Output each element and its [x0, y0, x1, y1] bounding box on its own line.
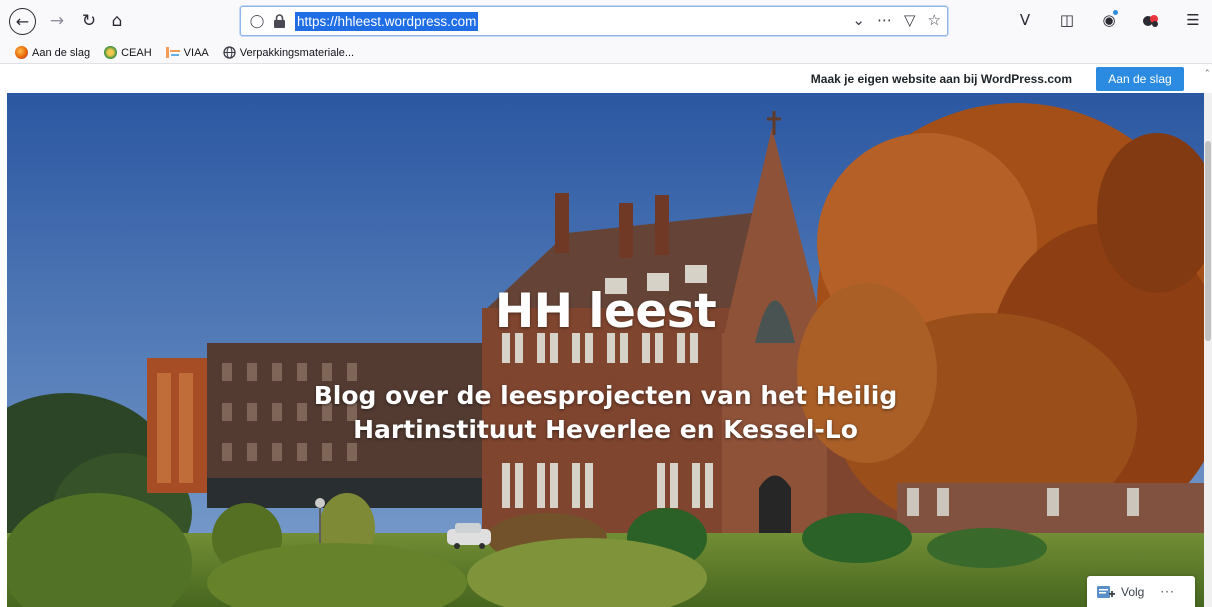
library-icon[interactable]: Ⅴ	[1014, 9, 1036, 31]
site-title[interactable]: HH leest	[7, 284, 1204, 339]
scroll-up-arrow-icon[interactable]: ˆ	[1205, 68, 1211, 81]
back-arrow-icon[interactable]: ←	[9, 8, 36, 35]
bookmark-item[interactable]: CEAH	[104, 46, 152, 59]
wordpress-promo-bar: Maak je eigen website aan bij WordPress.…	[0, 64, 1212, 93]
lock-icon[interactable]	[273, 14, 286, 29]
bookmarks-toolbar: Aan de slag CEAH VIAA Verpakkingsmateria…	[0, 42, 1212, 64]
forward-arrow-icon[interactable]: →	[44, 8, 70, 34]
sidebar-icon[interactable]: ◫	[1056, 9, 1078, 31]
bookmark-item[interactable]: Verpakkingsmateriale...	[223, 46, 354, 59]
bookmark-star-icon[interactable]: ☆	[928, 11, 941, 29]
follow-reader-icon	[1097, 585, 1115, 598]
tagline-line-1: Blog over de leesprojecten van het Heili…	[313, 381, 898, 410]
more-options-icon[interactable]: ···	[1160, 585, 1174, 599]
menu-icon[interactable]: ☰	[1182, 9, 1204, 31]
chevron-down-icon[interactable]: ⌄	[852, 11, 865, 29]
site-tagline: Blog over de leesprojecten van het Heili…	[7, 379, 1204, 447]
promo-text: Maak je eigen website aan bij WordPress.…	[810, 72, 1072, 86]
firefox-icon	[15, 46, 28, 59]
browser-toolbar: ← → ↻ ⌂ ◯ https://hhleest.wordpress.com …	[0, 0, 1212, 42]
get-started-button[interactable]: Aan de slag	[1096, 67, 1184, 91]
bookmark-item[interactable]: Aan de slag	[15, 46, 90, 59]
tracking-shield-icon[interactable]: ◯	[249, 13, 265, 30]
pocket-icon[interactable]: ▽	[904, 11, 916, 29]
extension-paw-icon[interactable]	[1140, 9, 1162, 31]
viaa-logo-icon	[165, 47, 180, 58]
follow-label: Volg	[1121, 584, 1145, 599]
follow-button[interactable]: Volg ···	[1087, 576, 1195, 607]
home-icon[interactable]: ⌂	[104, 8, 130, 34]
globe-leaf-icon	[104, 46, 118, 59]
reload-icon[interactable]: ↻	[76, 8, 102, 34]
page-scrollbar[interactable]	[1204, 93, 1212, 607]
header-image: HH leest Blog over de leesprojecten van …	[7, 93, 1204, 607]
extension-icon[interactable]: ◉	[1098, 9, 1120, 31]
globe-icon	[223, 46, 236, 59]
more-actions-icon[interactable]: ⋯	[877, 11, 892, 29]
scrollbar-thumb[interactable]	[1205, 141, 1211, 341]
address-bar[interactable]: ◯ https://hhleest.wordpress.com ⌄ ⋯ ▽ ☆	[240, 6, 948, 36]
tagline-line-2: Hartinstituut Heverlee en Kessel-Lo	[353, 415, 858, 444]
bookmark-item[interactable]: VIAA	[165, 46, 209, 59]
url-text[interactable]: https://hhleest.wordpress.com	[295, 12, 479, 31]
campus-photo	[7, 93, 1204, 607]
